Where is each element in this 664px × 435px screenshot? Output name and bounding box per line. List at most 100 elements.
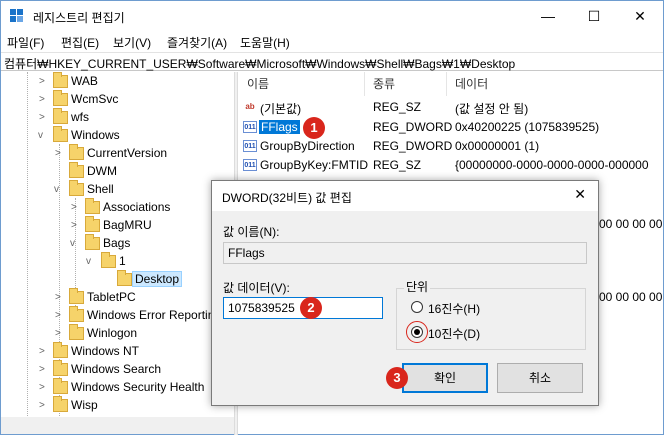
chevron-down-icon[interactable]: v	[54, 184, 64, 196]
menu-edit[interactable]: 편집(E)	[61, 34, 99, 51]
chevron-down-icon[interactable]: v	[86, 256, 96, 268]
chevron-right-icon[interactable]: >	[55, 148, 65, 160]
value-type: REG_SZ	[373, 158, 422, 172]
close-button[interactable]: ✕	[617, 1, 663, 31]
folder-icon	[69, 306, 84, 322]
chevron-right-icon[interactable]: >	[55, 328, 65, 340]
folder-icon	[85, 234, 100, 250]
tree-item-windows[interactable]: v Windows	[1, 126, 234, 145]
chevron-right-icon[interactable]: >	[55, 292, 65, 304]
maximize-button[interactable]: ☐	[571, 1, 617, 31]
chevron-right-icon[interactable]: >	[39, 346, 49, 358]
address-bar[interactable]: 컴퓨터₩HKEY_CURRENT_USER₩Software₩Microsoft…	[1, 52, 663, 71]
tree-item-label: Associations	[103, 200, 171, 214]
tree-item-label: Winlogon	[87, 326, 138, 340]
tree-item-tabletpc[interactable]: > TabletPC	[1, 288, 234, 307]
cancel-button[interactable]: 취소	[497, 363, 583, 393]
list-row[interactable]: 011 GroupByDirection REG_DWORD 0x0000000…	[239, 137, 663, 155]
folder-icon	[85, 198, 100, 214]
address-path[interactable]: 컴퓨터₩HKEY_CURRENT_USER₩Software₩Microsoft…	[4, 55, 515, 72]
dword-value-icon: 011	[243, 121, 257, 133]
dialog-close-button[interactable]: ✕	[574, 186, 586, 203]
chevron-right-icon[interactable]: >	[39, 382, 49, 394]
step-badge-1: 1	[303, 117, 325, 139]
tree-item-label: wfs	[71, 110, 89, 124]
chevron-right-icon[interactable]: >	[39, 364, 49, 376]
step-badge-3: 3	[386, 367, 408, 389]
menu-view[interactable]: 보기(V)	[113, 34, 151, 51]
tree-item-windows-error-reporting[interactable]: > Windows Error Reporting	[1, 306, 234, 325]
value-name: GroupByDirection	[260, 139, 355, 153]
tree-item-windows-nt[interactable]: > Windows NT	[1, 342, 234, 361]
column-header-data[interactable]: 데이터	[447, 72, 663, 96]
column-header-name[interactable]: 이름	[239, 72, 365, 96]
chevron-right-icon[interactable]: >	[71, 202, 81, 214]
folder-icon	[53, 126, 68, 142]
tree-item-wcmsvc[interactable]: > WcmSvc	[1, 90, 234, 109]
value-name: FFlags	[259, 120, 300, 134]
folder-icon	[53, 360, 68, 376]
key-tree[interactable]: > WAB > WcmSvc > wfs v Windows > Current…	[1, 72, 234, 434]
list-row[interactable]: 011 GroupByKey:FMTID REG_SZ {00000000-00…	[239, 156, 663, 174]
value-type: REG_DWORD	[373, 120, 453, 134]
tree-item-label: Windows Error Reporting	[87, 308, 222, 322]
chevron-right-icon[interactable]: >	[39, 112, 49, 124]
menu-bar: 파일(F) 편집(E) 보기(V) 즐겨찾기(A) 도움말(H)	[1, 32, 663, 52]
tree-item-label: WcmSvc	[71, 92, 119, 106]
folder-icon	[53, 108, 68, 124]
tree-item-1[interactable]: v 1	[1, 252, 234, 271]
tree-item-label: Shell	[87, 182, 114, 196]
chevron-right-icon[interactable]: >	[39, 76, 49, 88]
tree-item-wab[interactable]: > WAB	[1, 72, 234, 91]
tree-item-dwm[interactable]: DWM	[1, 162, 234, 181]
chevron-down-icon[interactable]: v	[38, 130, 48, 142]
value-name-label: 값 이름(N):	[223, 225, 280, 239]
folder-icon	[53, 72, 68, 88]
dword-value-icon: 011	[243, 159, 257, 171]
tree-horizontal-scrollbar[interactable]	[1, 417, 234, 434]
chevron-down-icon[interactable]: v	[70, 238, 80, 250]
string-value-icon: ab	[245, 102, 255, 111]
radio-hexadecimal[interactable]	[411, 301, 423, 313]
tree-item-label: DWM	[87, 164, 117, 178]
folder-icon	[69, 324, 84, 340]
dword-value-icon: 011	[243, 140, 257, 152]
value-data-partial: 00 00 00 00	[599, 290, 663, 304]
menu-favorites[interactable]: 즐겨찾기(A)	[167, 34, 227, 51]
base-group-label: 단위	[404, 278, 431, 295]
tree-item-desktop[interactable]: Desktop	[1, 270, 234, 289]
tree-item-wfs[interactable]: > wfs	[1, 108, 234, 127]
tree-item-winlogon[interactable]: > Winlogon	[1, 324, 234, 343]
tree-item-shell[interactable]: v Shell	[1, 180, 234, 199]
tree-item-wisp[interactable]: > Wisp	[1, 396, 234, 415]
tree-item-label: Windows Search	[71, 362, 162, 376]
ok-button[interactable]: 확인	[402, 363, 488, 393]
value-data: 0x00000001 (1)	[455, 139, 540, 153]
chevron-right-icon[interactable]: >	[39, 94, 49, 106]
folder-icon	[69, 144, 84, 160]
tree-item-bags[interactable]: v Bags	[1, 234, 234, 253]
value-data: 0x40200225 (1075839525)	[455, 120, 600, 134]
chevron-right-icon[interactable]: >	[71, 220, 81, 232]
folder-icon	[53, 90, 68, 106]
tree-item-associations[interactable]: > Associations	[1, 198, 234, 217]
list-row[interactable]: ab (기본값) REG_SZ (값 설정 안 됨)	[239, 98, 663, 116]
folder-icon	[85, 216, 100, 232]
tree-item-bagmru[interactable]: > BagMRU	[1, 216, 234, 235]
tree-item-windows-search[interactable]: > Windows Search	[1, 360, 234, 379]
radio-decimal[interactable]	[411, 326, 423, 338]
tree-item-windows-security-health[interactable]: > Windows Security Health	[1, 378, 234, 397]
tree-item-currentversion[interactable]: > CurrentVersion	[1, 144, 234, 163]
folder-icon	[101, 252, 116, 268]
value-type: REG_DWORD	[373, 139, 453, 153]
chevron-right-icon[interactable]: >	[55, 310, 65, 322]
menu-help[interactable]: 도움말(H)	[240, 34, 290, 51]
tree-item-label: WAB	[71, 74, 98, 88]
minimize-button[interactable]: —	[525, 1, 571, 31]
folder-icon	[53, 378, 68, 394]
title-bar[interactable]: 레지스트리 편집기 — ☐ ✕	[1, 1, 663, 31]
column-header-type[interactable]: 종류	[365, 72, 447, 96]
chevron-right-icon[interactable]: >	[39, 400, 49, 412]
menu-file[interactable]: 파일(F)	[7, 34, 44, 51]
value-name-field[interactable]: FFlags	[223, 242, 587, 264]
